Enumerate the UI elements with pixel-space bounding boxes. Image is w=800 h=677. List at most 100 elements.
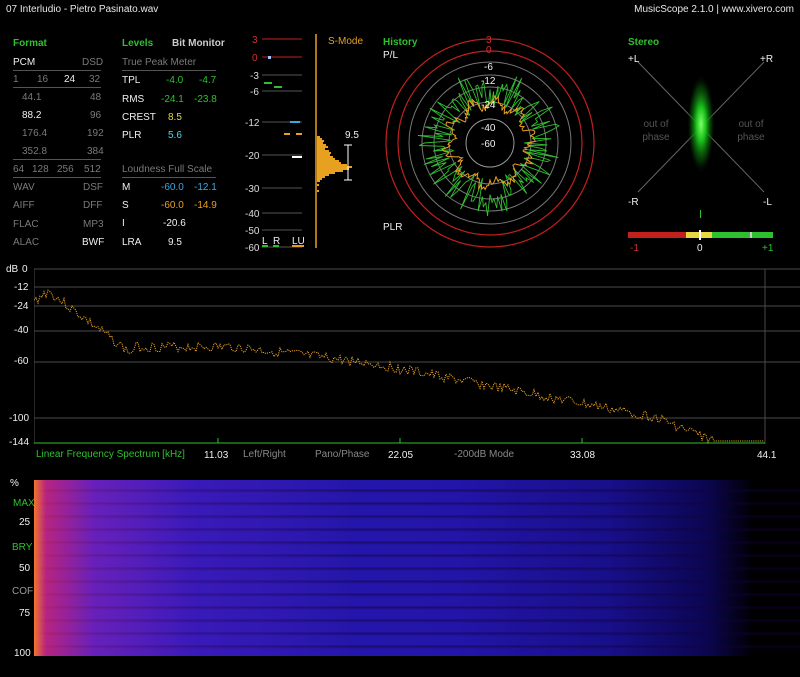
spectrogram-y-cof: COF xyxy=(12,586,34,597)
dsd-label: DSD xyxy=(82,57,104,68)
true-peak-meter-label: True Peak Meter xyxy=(122,57,197,68)
corr-minus-1: -1 xyxy=(630,243,639,254)
spectrogram-y-75: 75 xyxy=(19,608,31,619)
format-heading: Format xyxy=(13,38,47,49)
spectrum-y-0: 0 xyxy=(22,264,28,275)
meter-tick-m12: -12 xyxy=(245,118,260,129)
loudness-m-max: -12.1 xyxy=(194,182,217,193)
stereo-heading: Stereo xyxy=(628,37,660,48)
crest-label: CREST xyxy=(122,112,156,123)
format-divider xyxy=(13,70,101,71)
app-name: MusicScope 2.1.0 | www.xivero.com xyxy=(634,4,794,15)
spectrum-x-44: 44.1 xyxy=(757,450,777,461)
ring-label-m40: -40 xyxy=(481,123,496,134)
spectrum-title: Linear Frequency Spectrum [kHz] xyxy=(36,449,185,460)
channel-lu: LU xyxy=(292,236,305,247)
meter-tick-m30: -30 xyxy=(245,184,260,195)
spectrum-y-m12: -12 xyxy=(14,282,29,293)
spectrogram-y-pct: % xyxy=(10,478,19,489)
file-bwf: BWF xyxy=(82,237,105,248)
tpl-left: -4.0 xyxy=(166,75,184,86)
bit-16: 16 xyxy=(37,74,49,85)
spectrum-y-m40: -40 xyxy=(14,325,29,336)
loudness-s-label: S xyxy=(122,200,129,211)
file-aiff: AIFF xyxy=(13,200,35,211)
ring-label-m6: -6 xyxy=(484,62,493,73)
spectrum-x-11: 11.03 xyxy=(204,450,229,461)
meter-tick-m6: -6 xyxy=(250,87,259,98)
file-dsf: DSF xyxy=(83,182,103,193)
ring-label-m60: -60 xyxy=(481,139,496,150)
ring-label-0: 0 xyxy=(486,45,492,56)
meter-tick-m50: -50 xyxy=(245,226,260,237)
mode-left-right[interactable]: Left/Right xyxy=(243,449,286,460)
loudness-i-label: I xyxy=(122,218,125,229)
tpl-label: TPL xyxy=(122,75,141,86)
meter-tick-0: 0 xyxy=(252,53,258,64)
lra-value: 9.5 xyxy=(168,237,182,248)
lra-bracket-value: 9.5 xyxy=(345,130,359,141)
bit-24: 24 xyxy=(64,74,76,85)
stereo-plus-l: +L xyxy=(628,54,640,65)
loudness-histogram xyxy=(317,136,352,192)
mode-pano-phase[interactable]: Pano/Phase xyxy=(315,449,370,460)
spectrum-y-m60: -60 xyxy=(14,356,29,367)
loudness-i-value: -20.6 xyxy=(163,218,186,229)
mode-200db[interactable]: -200dB Mode xyxy=(454,449,514,460)
file-mp3: MP3 xyxy=(83,219,104,230)
rms-left: -24.1 xyxy=(161,94,184,105)
plr-value: 5.6 xyxy=(168,130,182,141)
file-alac: ALAC xyxy=(13,237,40,248)
smode-button[interactable]: S-Mode xyxy=(328,36,363,47)
crest-value: 8.5 xyxy=(168,112,182,123)
bit-monitor-label[interactable]: Bit Monitor xyxy=(172,38,225,49)
levels-heading: Levels xyxy=(122,38,154,49)
meter-tick-3: 3 xyxy=(252,35,258,46)
rate-384: 384 xyxy=(87,146,104,157)
rate-48: 48 xyxy=(90,92,102,103)
spectrogram-y-25: 25 xyxy=(19,517,31,528)
spectrum-db-label: dB xyxy=(6,264,19,275)
level-meter xyxy=(262,34,352,248)
dsd-128: 128 xyxy=(32,164,49,175)
corr-zero: 0 xyxy=(697,243,703,254)
channel-r: R xyxy=(273,236,281,247)
rate-44: 44.1 xyxy=(22,92,42,103)
dsd-64: 64 xyxy=(13,164,25,175)
format-divider xyxy=(13,159,101,160)
file-dff: DFF xyxy=(83,200,103,211)
correlation-indicator xyxy=(699,230,701,240)
window-title: 07 Interludio - Pietro Pasinato.wav xyxy=(6,4,159,15)
correlation-peak xyxy=(750,232,752,238)
pcm-label: PCM xyxy=(13,57,36,68)
spectrum-x-33: 33.08 xyxy=(570,450,596,461)
rms-right: -23.8 xyxy=(194,94,217,105)
plr-label: PLR xyxy=(122,130,142,141)
meter-tick-m3: -3 xyxy=(250,71,259,82)
meter-tick-m20: -20 xyxy=(245,151,260,162)
stereo-plus-r: +R xyxy=(760,54,774,65)
spectrum-y-m24: -24 xyxy=(14,301,29,312)
spectrogram-y-bry: BRY xyxy=(12,542,33,553)
stereo-minus-l: -L xyxy=(763,197,772,208)
rate-352: 352.8 xyxy=(22,146,48,157)
meter-tick-m40: -40 xyxy=(245,209,260,220)
loudness-m-label: M xyxy=(122,182,131,193)
loudness-s-max: -14.9 xyxy=(194,200,217,211)
spectrogram-y-100: 100 xyxy=(14,648,31,659)
out-of-phase-left: out of phase xyxy=(642,119,670,143)
ring-label-m12: -12 xyxy=(481,76,496,87)
rms-label: RMS xyxy=(122,94,145,105)
bit-32: 32 xyxy=(89,74,101,85)
frequency-spectrum xyxy=(34,268,800,444)
ring-label-m24: -24 xyxy=(481,100,496,111)
stereo-minus-r: -R xyxy=(628,197,639,208)
loudness-m-value: -60.0 xyxy=(161,182,184,193)
spectrogram xyxy=(34,480,800,656)
spectrum-y-m144: -144 xyxy=(9,437,30,448)
spectrogram-y-50: 50 xyxy=(19,563,31,574)
spectrum-y-m100: -100 xyxy=(9,413,30,424)
rate-176: 176.4 xyxy=(22,128,48,139)
spectrum-x-22: 22.05 xyxy=(388,450,414,461)
dsd-512: 512 xyxy=(84,164,101,175)
